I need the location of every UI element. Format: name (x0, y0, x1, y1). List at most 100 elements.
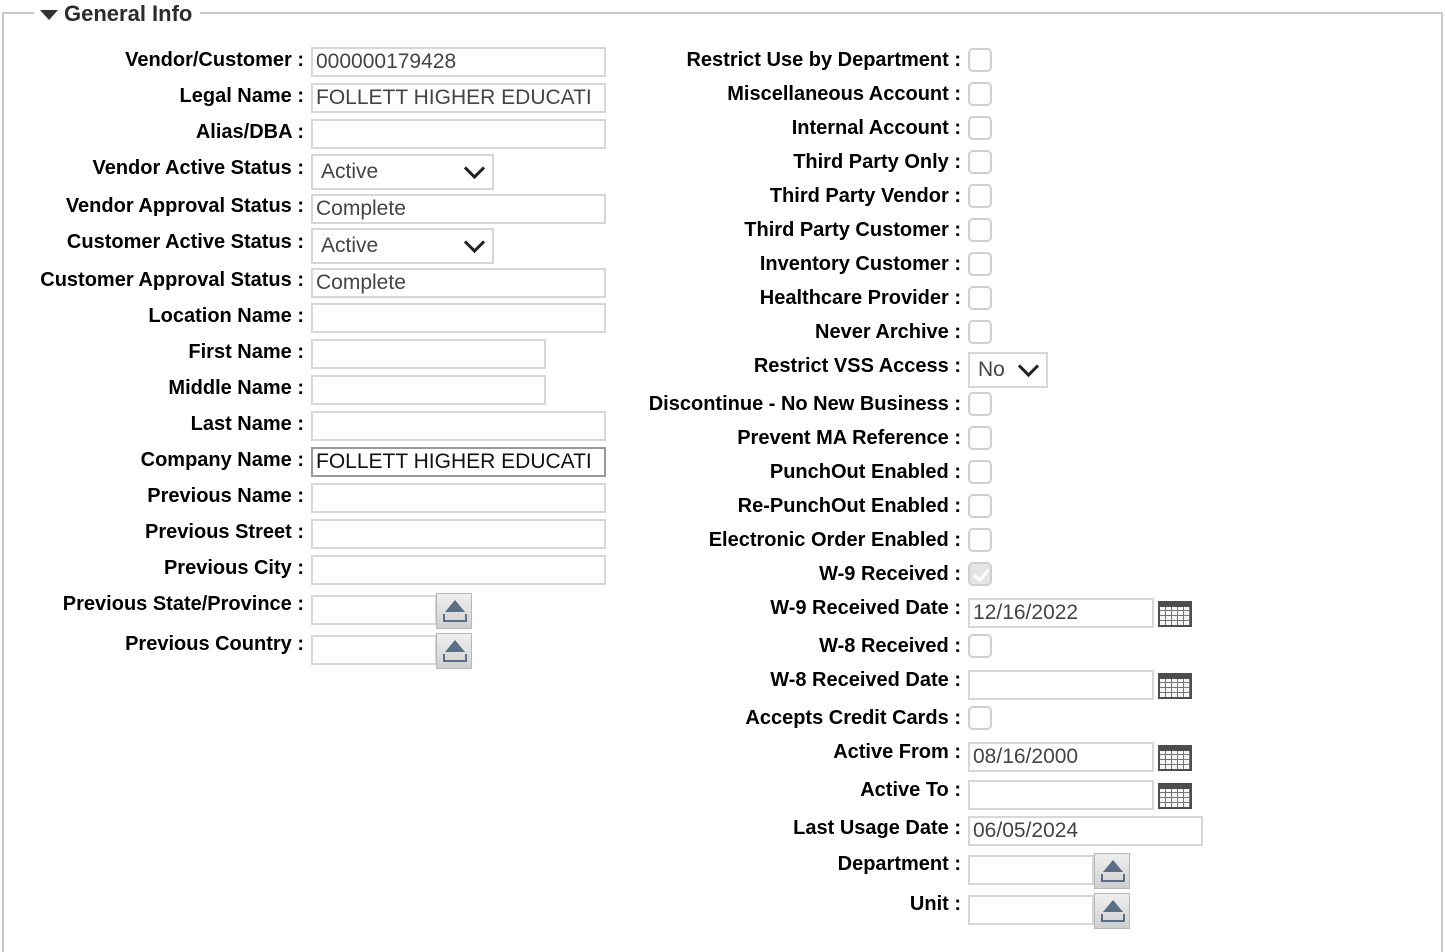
never-archive-checkbox[interactable] (968, 320, 992, 344)
location-name-field[interactable] (311, 303, 606, 333)
collapse-triangle-icon[interactable] (40, 9, 58, 20)
miscellaneous-account-label: Miscellaneous Account : (727, 83, 961, 105)
last-usage-date-label: Last Usage Date : (793, 817, 961, 839)
previous-city-field[interactable] (311, 555, 606, 585)
legal-name-label: Legal Name : (179, 85, 304, 107)
active-from-field[interactable]: 08/16/2000 (968, 742, 1154, 772)
customer-active-status-value: Active (321, 234, 379, 257)
last-name-field[interactable] (311, 411, 606, 441)
middle-name-field[interactable] (311, 375, 546, 405)
accepts-credit-cards-label: Accepts Credit Cards : (745, 707, 961, 729)
previous-street-label: Previous Street : (145, 521, 304, 543)
customer-approval-status-label: Customer Approval Status : (40, 269, 304, 291)
department-lookup-icon[interactable] (1094, 853, 1130, 889)
last-name-label: Last Name : (190, 413, 304, 435)
healthcare-provider-label: Healthcare Provider : (759, 287, 961, 309)
vendor-active-status-value: Active (321, 160, 379, 183)
previous-name-label: Previous Name : (147, 485, 304, 507)
previous-country-label: Previous Country : (125, 633, 304, 655)
department-field[interactable] (968, 855, 1094, 885)
internal-account-label: Internal Account : (791, 117, 961, 139)
unit-field[interactable] (968, 895, 1094, 925)
previous-country-lookup-icon[interactable] (436, 633, 472, 669)
w8-received-date-field[interactable] (968, 670, 1154, 700)
restrict-vss-access-value: No (978, 358, 1005, 381)
third-party-vendor-label: Third Party Vendor : (769, 185, 961, 207)
w9-received-date-label: W-9 Received Date : (770, 597, 961, 619)
vendor-active-status-select[interactable]: Active (311, 154, 494, 190)
prevent-ma-reference-checkbox[interactable] (968, 426, 992, 450)
customer-approval-status-field: Complete (311, 268, 606, 298)
unit-label: Unit : (909, 893, 961, 915)
general-info-section (2, 12, 1443, 952)
last-usage-date-field: 06/05/2024 (968, 816, 1203, 846)
vendor-customer-label: Vendor/Customer : (125, 49, 304, 71)
active-to-label: Active To : (860, 779, 961, 801)
third-party-vendor-checkbox[interactable] (968, 184, 992, 208)
vendor-active-status-label: Vendor Active Status : (92, 157, 304, 179)
third-party-only-checkbox[interactable] (968, 150, 992, 174)
prevent-ma-reference-label: Prevent MA Reference : (737, 427, 961, 449)
calendar-icon[interactable] (1158, 783, 1192, 809)
internal-account-checkbox[interactable] (968, 116, 992, 140)
repunchout-enabled-label: Re-PunchOut Enabled : (737, 495, 961, 517)
never-archive-label: Never Archive : (815, 321, 961, 343)
accepts-credit-cards-checkbox[interactable] (968, 706, 992, 730)
chevron-down-icon (1017, 355, 1040, 378)
vendor-customer-field[interactable]: 000000179428 (311, 47, 606, 77)
inventory-customer-label: Inventory Customer : (759, 253, 961, 275)
previous-country-field[interactable] (311, 635, 437, 665)
unit-lookup-icon[interactable] (1094, 893, 1130, 929)
w9-received-label: W-9 Received : (819, 563, 961, 585)
healthcare-provider-checkbox[interactable] (968, 286, 992, 310)
section-header-general-info[interactable]: General Info (34, 0, 201, 28)
electronic-order-enabled-label: Electronic Order Enabled : (708, 529, 961, 551)
miscellaneous-account-checkbox[interactable] (968, 82, 992, 106)
legal-name-field[interactable]: FOLLETT HIGHER EDUCATI (311, 83, 606, 113)
third-party-only-label: Third Party Only : (793, 151, 961, 173)
customer-active-status-label: Customer Active Status : (66, 231, 304, 253)
middle-name-label: Middle Name : (168, 377, 304, 399)
w8-received-date-label: W-8 Received Date : (770, 669, 961, 691)
chevron-down-icon (463, 231, 486, 254)
alias-dba-field[interactable] (311, 119, 606, 149)
third-party-customer-checkbox[interactable] (968, 218, 992, 242)
previous-state-lookup-icon[interactable] (436, 593, 472, 629)
active-from-label: Active From : (833, 741, 961, 763)
inventory-customer-checkbox[interactable] (968, 252, 992, 276)
active-to-field[interactable] (968, 780, 1154, 810)
customer-active-status-select[interactable]: Active (311, 228, 494, 264)
chevron-down-icon (463, 157, 486, 180)
section-title: General Info (64, 1, 193, 26)
company-name-label: Company Name : (140, 449, 304, 471)
electronic-order-enabled-checkbox[interactable] (968, 528, 992, 552)
discontinue-checkbox[interactable] (968, 392, 992, 416)
previous-street-field[interactable] (311, 519, 606, 549)
company-name-field[interactable]: FOLLETT HIGHER EDUCATI (311, 447, 606, 477)
alias-dba-label: Alias/DBA : (195, 121, 304, 143)
vendor-approval-status-field: Complete (311, 194, 606, 224)
repunchout-enabled-checkbox[interactable] (968, 494, 992, 518)
previous-state-label: Previous State/Province : (62, 593, 304, 615)
restrict-use-by-department-checkbox[interactable] (968, 48, 992, 72)
calendar-icon[interactable] (1158, 601, 1192, 627)
location-name-label: Location Name : (148, 305, 304, 327)
w8-received-checkbox[interactable] (968, 634, 992, 658)
previous-state-field[interactable] (311, 595, 437, 625)
calendar-icon[interactable] (1158, 673, 1192, 699)
calendar-icon[interactable] (1158, 745, 1192, 771)
previous-name-field[interactable] (311, 483, 606, 513)
first-name-field[interactable] (311, 339, 546, 369)
w8-received-label: W-8 Received : (819, 635, 961, 657)
restrict-vss-access-select[interactable]: No (968, 352, 1048, 388)
department-label: Department : (837, 853, 961, 875)
punchout-enabled-label: PunchOut Enabled : (769, 461, 961, 483)
restrict-use-by-department-label: Restrict Use by Department : (686, 49, 961, 71)
punchout-enabled-checkbox[interactable] (968, 460, 992, 484)
first-name-label: First Name : (188, 341, 304, 363)
discontinue-label: Discontinue - No New Business : (648, 393, 961, 415)
restrict-vss-access-label: Restrict VSS Access : (753, 355, 961, 377)
previous-city-label: Previous City : (163, 557, 304, 579)
w9-received-date-field[interactable]: 12/16/2022 (968, 598, 1154, 628)
w9-received-checkbox (968, 562, 992, 586)
